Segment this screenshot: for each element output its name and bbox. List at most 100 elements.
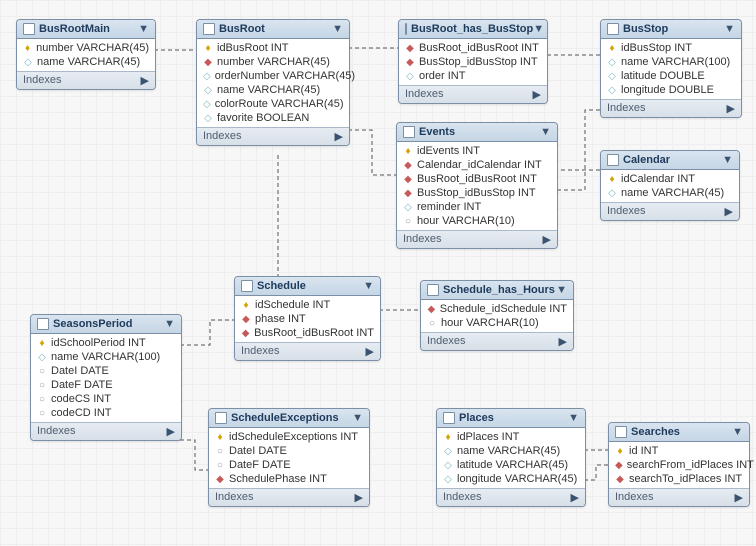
column[interactable]: ♦idPlaces INT <box>441 430 581 444</box>
column[interactable]: ◆Schedule_idSchedule INT <box>425 302 569 316</box>
column[interactable]: ◇reminder INT <box>401 200 553 214</box>
expand-icon[interactable]: ▶ <box>725 205 733 218</box>
column[interactable]: ◇latitude DOUBLE <box>605 69 737 83</box>
entity-header[interactable]: Schedule▼ <box>235 277 380 296</box>
collapse-icon[interactable]: ▼ <box>352 412 363 424</box>
collapse-icon[interactable]: ▼ <box>533 23 544 35</box>
entity-BusStop[interactable]: BusStop▼♦idBusStop INT◇name VARCHAR(100)… <box>600 19 742 118</box>
column[interactable]: ♦idBusRoot INT <box>201 41 345 55</box>
entity-Calendar[interactable]: Calendar▼ ♦idCalendar INT◇name VARCHAR(45… <box>600 150 740 221</box>
column[interactable]: ◆searchFrom_idPlaces INT <box>613 458 745 472</box>
entity-BusRoot[interactable]: BusRoot▼ ♦idBusRoot INT◆number VARCHAR(45… <box>196 19 350 146</box>
column[interactable]: ◆BusRoot_idBusRoot INT <box>401 172 553 186</box>
column[interactable]: ♦idCalendar INT <box>605 172 735 186</box>
column[interactable]: ○DateF DATE <box>213 458 365 472</box>
column[interactable]: ◆BusStop_idBusStop INT <box>403 55 543 69</box>
column[interactable]: ◆searchTo_idPlaces INT <box>613 472 745 486</box>
entity-BusRoot_has_BusStop[interactable]: BusRoot_has_BusStop▼ ◆BusRoot_idBusRoot I… <box>398 19 548 104</box>
indexes-section[interactable]: Indexes▶ <box>17 71 155 89</box>
expand-icon[interactable]: ▶ <box>559 335 567 348</box>
collapse-icon[interactable]: ▼ <box>556 284 567 296</box>
entity-header[interactable]: SeasonsPeriod▼ <box>31 315 181 334</box>
expand-icon[interactable]: ▶ <box>141 74 149 87</box>
entity-header[interactable]: BusRootMain▼ <box>17 20 155 39</box>
collapse-icon[interactable]: ▼ <box>722 154 733 166</box>
column[interactable]: ◇name VARCHAR(45) <box>21 55 151 69</box>
column[interactable]: ○hour VARCHAR(10) <box>401 214 553 228</box>
column[interactable]: ♦idScheduleExceptions INT <box>213 430 365 444</box>
expand-icon[interactable]: ▶ <box>366 345 374 358</box>
column[interactable]: ◇latitude VARCHAR(45) <box>441 458 581 472</box>
entity-header[interactable]: ScheduleExceptions▼ <box>209 409 369 428</box>
collapse-icon[interactable]: ▼ <box>540 126 551 138</box>
entity-header[interactable]: BusStop▼ <box>601 20 741 39</box>
column[interactable]: ♦idBusStop INT <box>605 41 737 55</box>
expand-icon[interactable]: ▶ <box>355 491 363 504</box>
column[interactable]: ♦number VARCHAR(45) <box>21 41 151 55</box>
collapse-icon[interactable]: ▼ <box>138 23 149 35</box>
entity-Schedule_has_Hours[interactable]: Schedule_has_Hours▼ ◆Schedule_idSchedule … <box>420 280 574 351</box>
column[interactable]: ♦idEvents INT <box>401 144 553 158</box>
column[interactable]: ◇order INT <box>403 69 543 83</box>
column[interactable]: ◇longitude VARCHAR(45) <box>441 472 581 486</box>
column[interactable]: ◆BusRoot_idBusRoot INT <box>239 326 376 340</box>
column[interactable]: ◆number VARCHAR(45) <box>201 55 345 69</box>
entity-header[interactable]: BusRoot▼ <box>197 20 349 39</box>
indexes-section[interactable]: Indexes▶ <box>31 422 181 440</box>
collapse-icon[interactable]: ▼ <box>732 426 743 438</box>
collapse-icon[interactable]: ▼ <box>724 23 735 35</box>
expand-icon[interactable]: ▶ <box>727 102 735 115</box>
column[interactable]: ○DateI DATE <box>213 444 365 458</box>
entity-SeasonsPeriod[interactable]: SeasonsPeriod▼♦idSchoolPeriod INT◇name V… <box>30 314 182 441</box>
entity-Schedule[interactable]: Schedule▼ ♦idSchedule INT◆phase INT◆BusRo… <box>234 276 381 361</box>
column[interactable]: ◇orderNumber VARCHAR(45) <box>201 69 345 83</box>
collapse-icon[interactable]: ▼ <box>164 318 175 330</box>
entity-Events[interactable]: Events▼ ♦idEvents INT◆Calendar_idCalendar… <box>396 122 558 249</box>
indexes-section[interactable]: Indexes▶ <box>609 488 749 506</box>
column[interactable]: ◇name VARCHAR(100) <box>35 350 177 364</box>
indexes-section[interactable]: Indexes▶ <box>601 99 741 117</box>
entity-BusRootMain[interactable]: BusRootMain▼ ♦number VARCHAR(45)◇name VAR… <box>16 19 156 90</box>
column[interactable]: ♦id INT <box>613 444 745 458</box>
entity-header[interactable]: BusRoot_has_BusStop▼ <box>399 20 547 39</box>
column[interactable]: ◆phase INT <box>239 312 376 326</box>
entity-header[interactable]: Events▼ <box>397 123 557 142</box>
column[interactable]: ◇name VARCHAR(45) <box>441 444 581 458</box>
column[interactable]: ○DateI DATE <box>35 364 177 378</box>
column[interactable]: ○codeCD INT <box>35 406 177 420</box>
column[interactable]: ○DateF DATE <box>35 378 177 392</box>
column[interactable]: ◆BusStop_idBusStop INT <box>401 186 553 200</box>
indexes-section[interactable]: Indexes▶ <box>421 332 573 350</box>
entity-header[interactable]: Searches▼ <box>609 423 749 442</box>
indexes-section[interactable]: Indexes▶ <box>235 342 380 360</box>
column[interactable]: ◇longitude DOUBLE <box>605 83 737 97</box>
column[interactable]: ◆BusRoot_idBusRoot INT <box>403 41 543 55</box>
column[interactable]: ◆Calendar_idCalendar INT <box>401 158 553 172</box>
expand-icon[interactable]: ▶ <box>735 491 743 504</box>
entity-header[interactable]: Calendar▼ <box>601 151 739 170</box>
indexes-section[interactable]: Indexes▶ <box>437 488 585 506</box>
entity-Searches[interactable]: Searches▼ ♦id INT◆searchFrom_idPlaces INT… <box>608 422 750 507</box>
collapse-icon[interactable]: ▼ <box>568 412 579 424</box>
column[interactable]: ○hour VARCHAR(10) <box>425 316 569 330</box>
expand-icon[interactable]: ▶ <box>167 425 175 438</box>
expand-icon[interactable]: ▶ <box>533 88 541 101</box>
column[interactable]: ◇name VARCHAR(45) <box>201 83 345 97</box>
entity-header[interactable]: Places▼ <box>437 409 585 428</box>
column[interactable]: ◇name VARCHAR(45) <box>605 186 735 200</box>
entity-header[interactable]: Schedule_has_Hours▼ <box>421 281 573 300</box>
expand-icon[interactable]: ▶ <box>571 491 579 504</box>
expand-icon[interactable]: ▶ <box>543 233 551 246</box>
column[interactable]: ◇colorRoute VARCHAR(45) <box>201 97 345 111</box>
column[interactable]: ♦idSchedule INT <box>239 298 376 312</box>
entity-ScheduleExceptions[interactable]: ScheduleExceptions▼ ♦idScheduleExceptions… <box>208 408 370 507</box>
expand-icon[interactable]: ▶ <box>335 130 343 143</box>
collapse-icon[interactable]: ▼ <box>332 23 343 35</box>
column[interactable]: ◆SchedulePhase INT <box>213 472 365 486</box>
indexes-section[interactable]: Indexes▶ <box>197 127 349 145</box>
entity-Places[interactable]: Places▼ ♦idPlaces INT◇name VARCHAR(45)◇la… <box>436 408 586 507</box>
indexes-section[interactable]: Indexes▶ <box>399 85 547 103</box>
indexes-section[interactable]: Indexes▶ <box>601 202 739 220</box>
indexes-section[interactable]: Indexes▶ <box>397 230 557 248</box>
collapse-icon[interactable]: ▼ <box>363 280 374 292</box>
